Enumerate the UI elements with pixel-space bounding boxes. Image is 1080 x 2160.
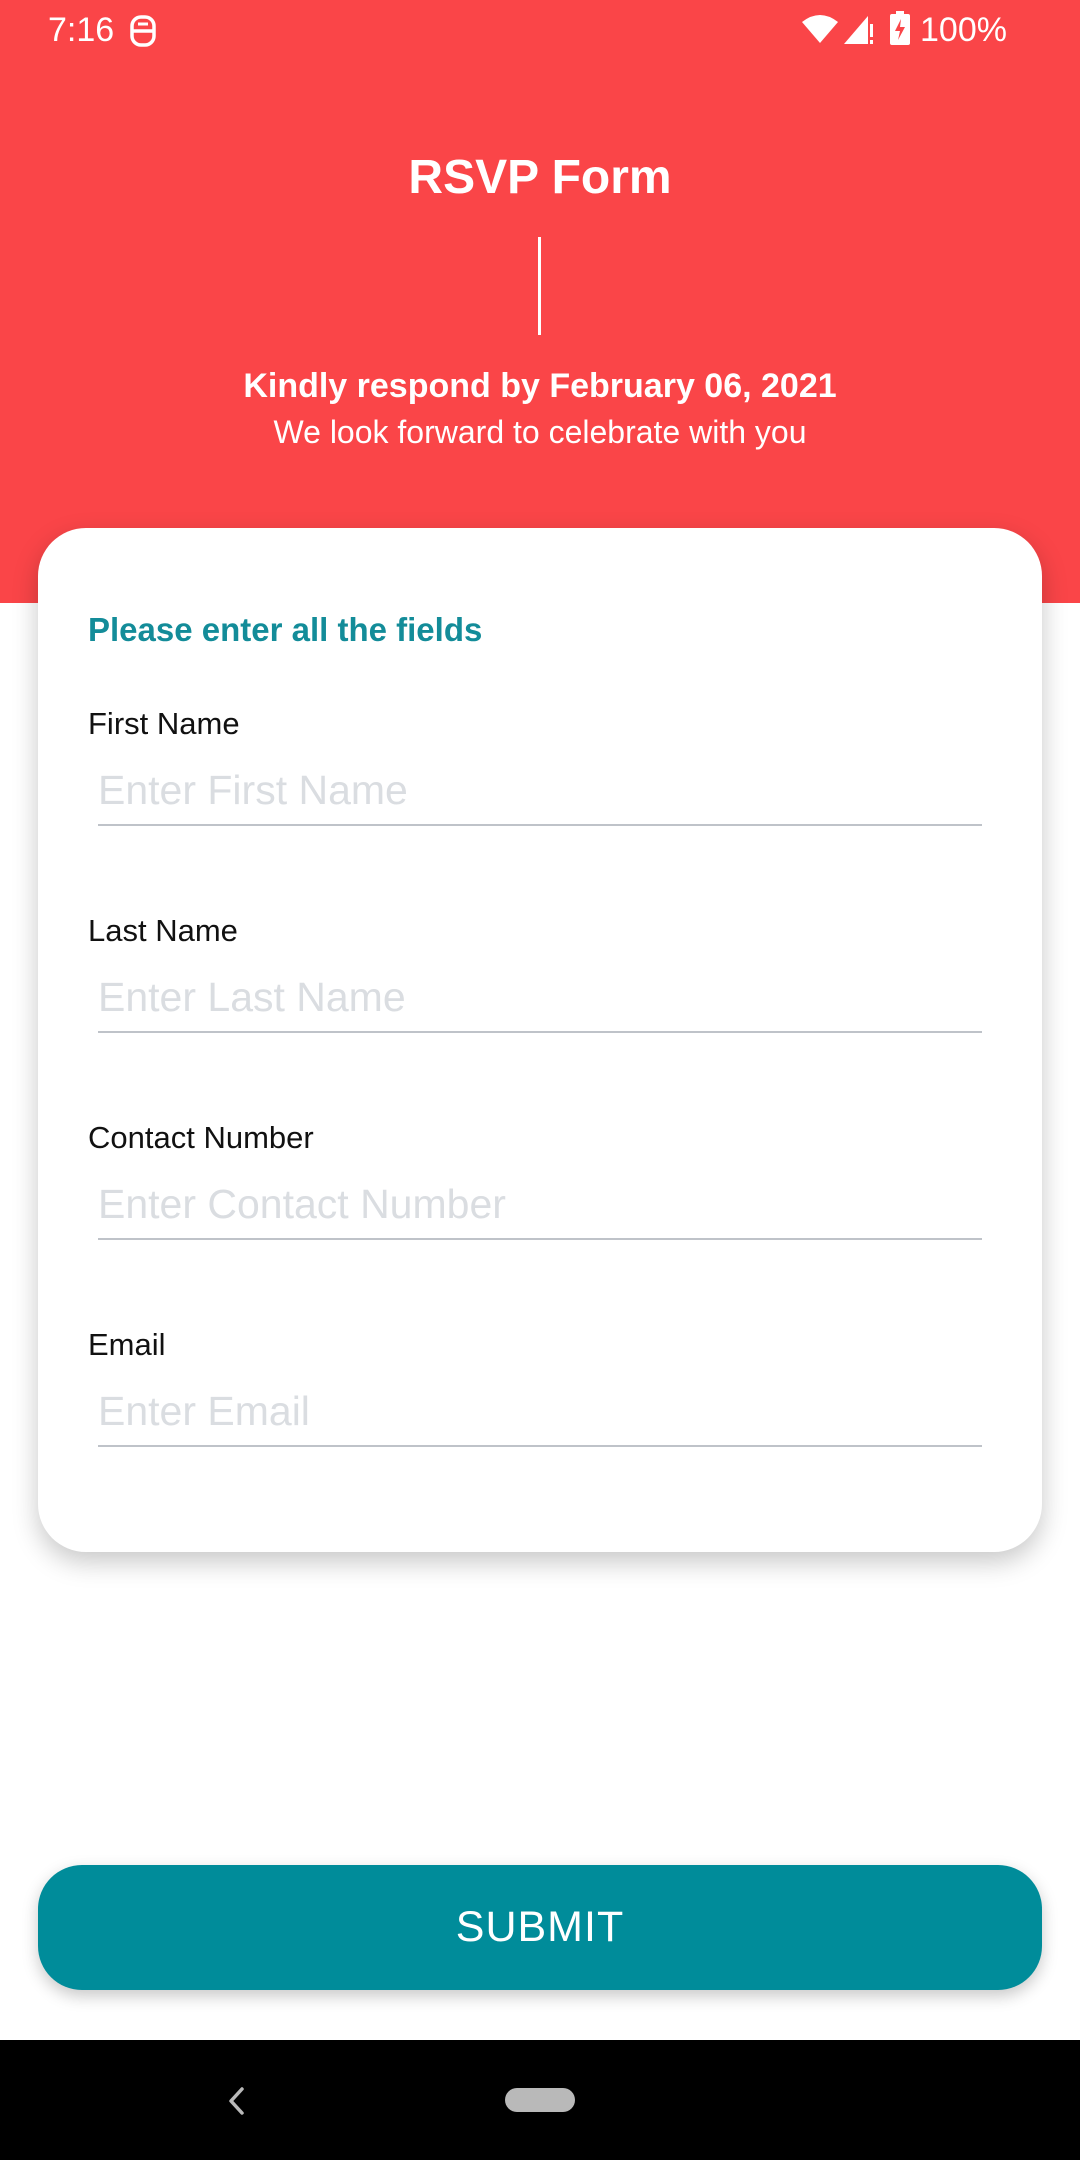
tagline-text: We look forward to celebrate with you — [273, 414, 807, 450]
home-pill[interactable] — [505, 2088, 575, 2112]
submit-button[interactable]: SUBMIT — [38, 1865, 1042, 1990]
page-title: RSVP Form — [408, 151, 672, 204]
battery-percentage: 100% — [920, 11, 1007, 49]
rsvp-screen: 7:16 100% RSVP Form Kindly respond by Fe… — [0, 0, 1080, 2160]
last-name-input[interactable] — [98, 963, 982, 1033]
notification-icon — [130, 15, 156, 47]
form-heading: Please enter all the fields — [88, 611, 483, 648]
battery-charging-icon — [890, 11, 910, 45]
wifi-icon — [802, 15, 838, 43]
email-input[interactable] — [98, 1377, 982, 1447]
last-name-field: Last Name — [38, 911, 1042, 1081]
respond-by-text: Kindly respond by February 06, 2021 — [243, 367, 837, 405]
first-name-label: First Name — [88, 706, 240, 741]
contact-number-input[interactable] — [98, 1170, 982, 1240]
first-name-input[interactable] — [98, 756, 982, 826]
first-name-field: First Name — [38, 704, 1042, 874]
header-divider — [538, 237, 541, 335]
form-card: Please enter all the fields First Name L… — [38, 528, 1042, 1552]
status-time: 7:16 — [48, 11, 115, 49]
contact-number-field: Contact Number — [38, 1118, 1042, 1288]
email-label: Email — [88, 1327, 166, 1362]
navigation-bar — [0, 2040, 1080, 2160]
back-icon[interactable] — [222, 2084, 252, 2118]
last-name-label: Last Name — [88, 913, 238, 948]
email-field: Email — [38, 1325, 1042, 1495]
contact-number-label: Contact Number — [88, 1120, 314, 1155]
status-bar: 7:16 100% — [0, 0, 1080, 60]
signal-icon — [844, 16, 873, 44]
